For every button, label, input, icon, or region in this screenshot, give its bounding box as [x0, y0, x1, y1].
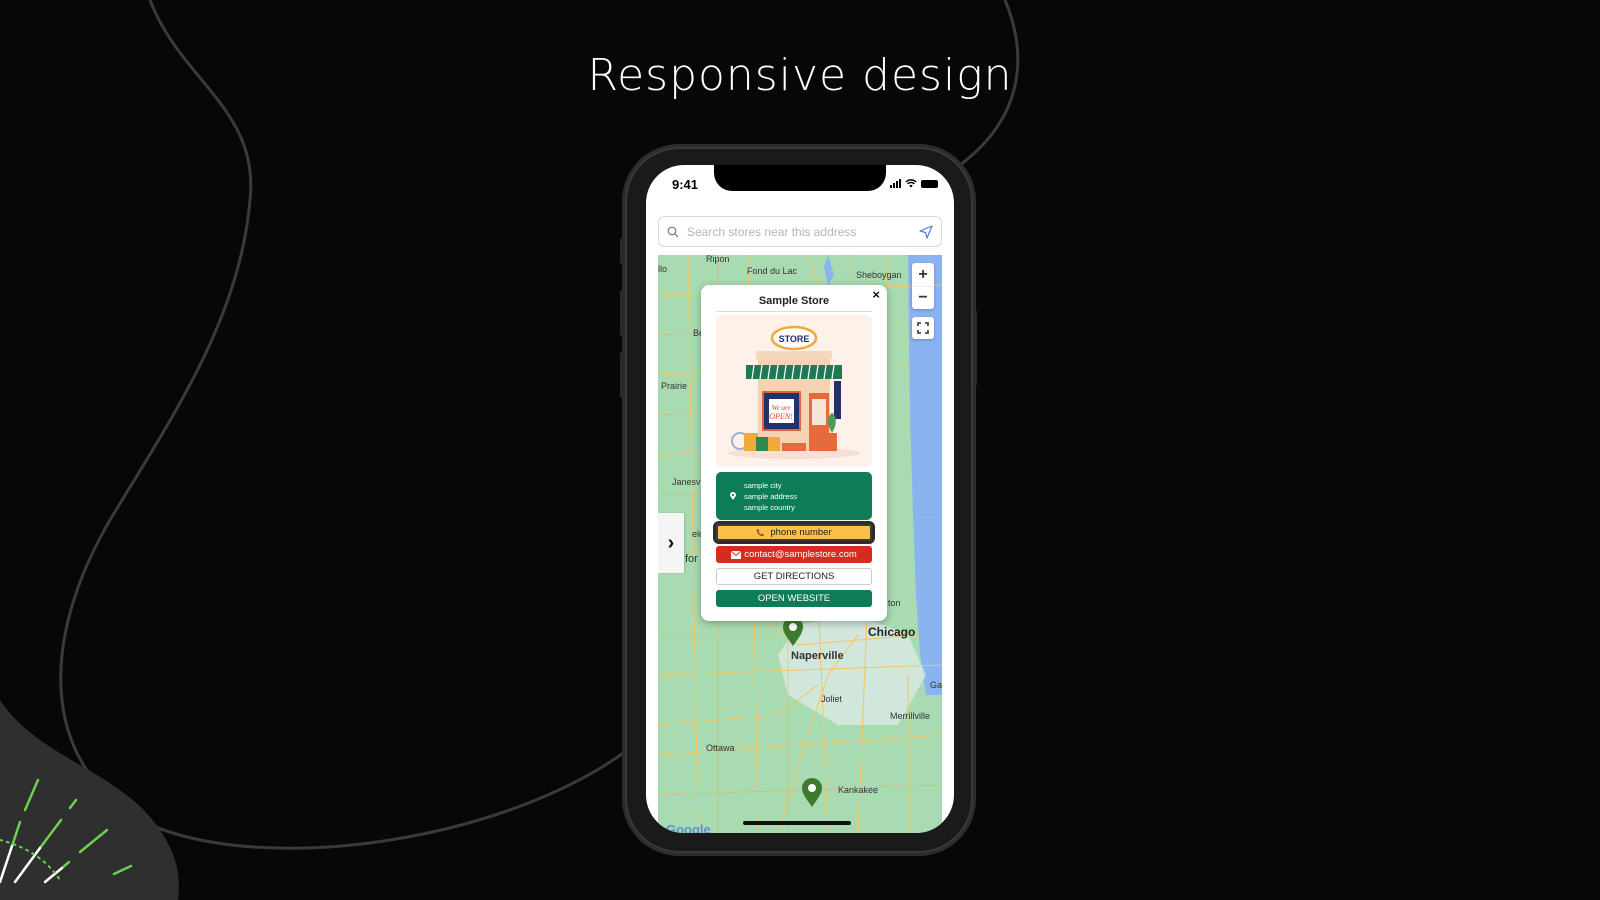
store-image: STORE We are OPEN!	[716, 315, 872, 467]
address-lines: sample city sample address sample countr…	[744, 480, 797, 513]
store-info-popup: × Sample Store STORE We are OPEN! sample…	[701, 285, 887, 621]
zoom-in-button[interactable]: +	[912, 263, 934, 286]
map-label: Naperville	[791, 650, 844, 662]
map-zoom-controls: + −	[912, 263, 934, 309]
map-label: Sheboygan	[856, 270, 902, 280]
map-label: for	[685, 553, 698, 565]
svg-text:We are: We are	[771, 404, 790, 412]
address-city: sample city	[744, 480, 782, 490]
envelope-icon	[731, 550, 742, 559]
map-marker-icon	[730, 492, 736, 500]
map-label: llo	[658, 264, 668, 274]
sidebar-toggle-button[interactable]: ›	[658, 513, 684, 573]
email-label: contact@samplestore.com	[744, 549, 857, 560]
phone-screen: 9:41 Search stores near this address Rip…	[646, 165, 954, 833]
address-street: sample address	[744, 491, 797, 501]
google-attribution: Google	[666, 822, 711, 833]
zoom-out-button[interactable]: −	[912, 286, 934, 309]
map-label: ton	[888, 598, 901, 608]
map-label: Prairie	[661, 381, 688, 391]
phone-label: phone number	[770, 527, 832, 538]
map-label: Ripon	[706, 255, 730, 264]
store-pin-icon[interactable]	[782, 617, 804, 647]
wifi-icon	[905, 179, 917, 188]
store-pin-icon[interactable]	[801, 778, 823, 808]
phone-volume-up	[620, 290, 624, 336]
map-label: Gar	[930, 680, 942, 690]
slide-title: Responsive design	[587, 50, 1013, 101]
map-label: Kankakee	[838, 785, 879, 795]
get-directions-button[interactable]: GET DIRECTIONS	[716, 568, 872, 585]
store-sign-text: STORE	[779, 334, 810, 344]
location-arrow-icon[interactable]	[919, 224, 933, 239]
chevron-right-icon: ›	[667, 531, 675, 554]
phone-button[interactable]: phone number	[716, 524, 872, 541]
fullscreen-icon	[917, 322, 929, 334]
status-icons	[890, 179, 938, 188]
address-country: sample country	[744, 502, 795, 512]
email-button[interactable]: contact@samplestore.com	[716, 546, 872, 563]
map-label: Merrillville	[890, 711, 930, 721]
map-label: Janesv	[672, 477, 701, 487]
map-label: Fond du Lac	[747, 266, 798, 276]
map-label: Chicago	[868, 625, 916, 639]
open-website-button[interactable]: OPEN WEBSITE	[716, 590, 872, 607]
store-search-input[interactable]: Search stores near this address	[658, 216, 942, 247]
store-address-block: sample city sample address sample countr…	[716, 472, 872, 520]
search-icon	[667, 226, 679, 237]
phone-volume-down	[620, 352, 624, 398]
store-map[interactable]: Ripon Fond du Lac Sheboygan llo Be Prair…	[658, 255, 942, 833]
store-illustration: STORE We are OPEN!	[728, 325, 860, 459]
battery-icon	[921, 179, 938, 188]
fullscreen-button[interactable]	[912, 317, 934, 339]
svg-text:OPEN!: OPEN!	[769, 412, 793, 421]
phone-icon	[756, 528, 765, 537]
decor-curve	[59, 0, 641, 850]
decor-blob	[0, 700, 179, 900]
phone-notch	[714, 165, 886, 191]
store-name: Sample Store	[716, 295, 872, 312]
map-label: Joliet	[821, 694, 843, 704]
signal-icon	[890, 179, 901, 188]
phone-silent-switch	[620, 238, 624, 264]
map-label: Ottawa	[706, 743, 735, 753]
home-indicator[interactable]	[743, 821, 851, 825]
close-icon[interactable]: ×	[872, 287, 880, 302]
phone-power-button	[973, 310, 977, 386]
status-time: 9:41	[672, 177, 699, 192]
search-placeholder: Search stores near this address	[687, 224, 857, 239]
